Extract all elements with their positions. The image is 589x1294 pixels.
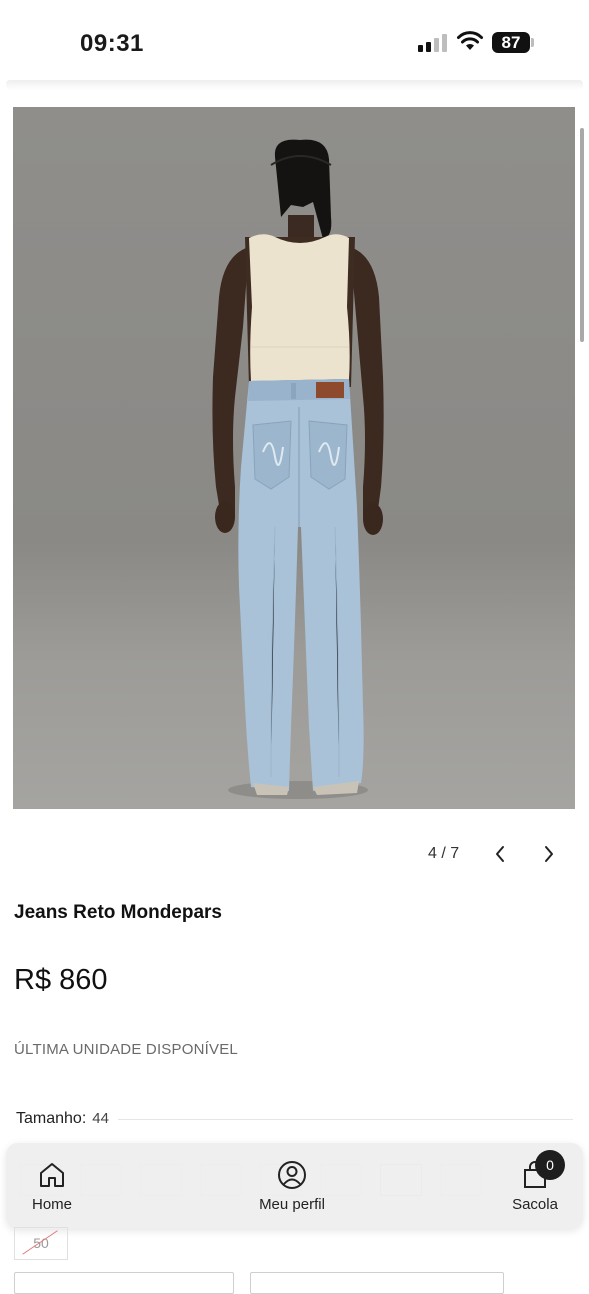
user-circle-icon bbox=[278, 1161, 306, 1189]
size-option-unavailable[interactable]: 50 bbox=[14, 1227, 68, 1260]
nav-home[interactable]: Home bbox=[20, 1143, 84, 1229]
bottom-navigation: Home Meu perfil Sacola bbox=[6, 1143, 583, 1229]
product-image[interactable] bbox=[13, 107, 575, 809]
header-shadow bbox=[6, 80, 583, 90]
stock-notice: ÚLTIMA UNIDADE DISPONÍVEL bbox=[14, 1041, 238, 1058]
primary-action-button[interactable] bbox=[250, 1272, 504, 1294]
battery-level: 87 bbox=[492, 32, 530, 53]
next-image-button[interactable] bbox=[537, 842, 561, 866]
secondary-action-button[interactable] bbox=[14, 1272, 234, 1294]
nav-bag-label: Sacola bbox=[512, 1196, 558, 1213]
status-bar: 09:31 87 bbox=[0, 0, 589, 82]
status-time: 09:31 bbox=[80, 30, 144, 57]
size-selector-label: Tamanho: 44 bbox=[16, 1110, 109, 1128]
size-label: Tamanho: bbox=[16, 1110, 87, 1127]
cellular-signal-icon bbox=[418, 34, 448, 52]
size-divider bbox=[118, 1119, 573, 1120]
chevron-right-icon bbox=[545, 846, 553, 862]
gallery-counter: 4 / 7 bbox=[428, 845, 460, 862]
chevron-left-icon bbox=[496, 846, 504, 862]
bag-count-badge: 0 bbox=[535, 1150, 565, 1180]
model-photo bbox=[212, 139, 384, 799]
house-icon bbox=[40, 1163, 64, 1187]
selected-size: 44 bbox=[92, 1110, 109, 1127]
page-scrollbar[interactable] bbox=[580, 128, 584, 342]
nav-profile[interactable]: Meu perfil bbox=[246, 1143, 338, 1229]
wifi-icon bbox=[457, 31, 483, 50]
unavailable-strike bbox=[22, 1230, 58, 1255]
previous-image-button[interactable] bbox=[488, 842, 512, 866]
nav-profile-label: Meu perfil bbox=[259, 1196, 325, 1213]
nav-home-label: Home bbox=[31, 1196, 72, 1213]
product-title: Jeans Reto Mondepars bbox=[14, 902, 222, 923]
battery-tip bbox=[531, 38, 534, 47]
product-price: R$ 860 bbox=[14, 964, 108, 996]
